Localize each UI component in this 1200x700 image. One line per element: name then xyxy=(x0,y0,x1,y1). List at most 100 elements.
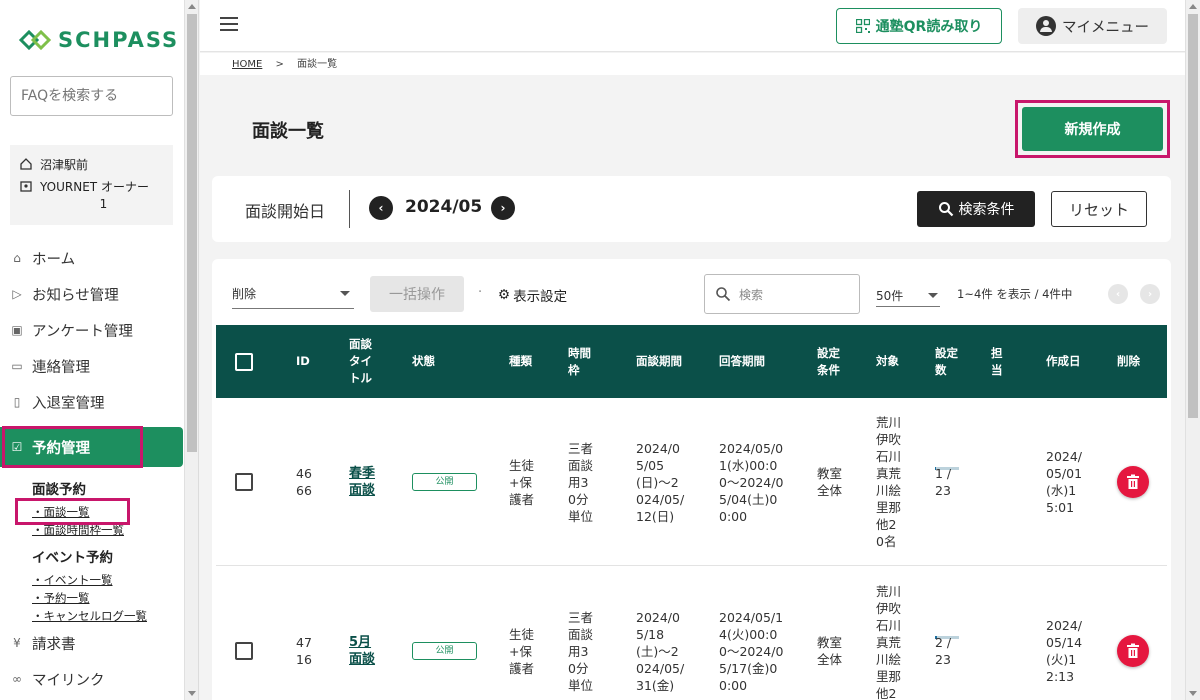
survey-icon: ▣ xyxy=(11,323,23,337)
row-answer: 2024/05/01(水)00:00〜2024/05/04(土)00:00 xyxy=(719,440,784,524)
faq-search-input[interactable] xyxy=(10,76,173,116)
table-header: ID 面談タイトル 状態 種類 時間枠 面談期間 回答期間 設定条件 対象 設定… xyxy=(216,325,1167,398)
row-period: 2024/05/05(日)〜2024/05/12(日) xyxy=(636,440,685,524)
nav-item-home[interactable]: ⌂ ホーム xyxy=(0,240,184,276)
breadcrumb: HOME > 面談一覧 xyxy=(200,53,1185,75)
row-slot: 三者面談用30分単位 xyxy=(568,440,594,524)
row-title-link[interactable]: 5月面談 xyxy=(349,634,377,668)
bulk-operation-button[interactable]: 一括操作 xyxy=(370,276,464,312)
main-scrollbar[interactable] xyxy=(1185,0,1200,700)
col-cond: 設定条件 xyxy=(817,345,840,377)
hamburger-menu-icon[interactable] xyxy=(220,17,238,31)
logo-text: SCHPASS xyxy=(58,28,180,52)
next-page-button[interactable]: › xyxy=(1140,284,1160,304)
account-icon xyxy=(1036,16,1056,36)
delete-button[interactable] xyxy=(1117,466,1149,498)
scrollbar-thumb[interactable] xyxy=(1188,14,1198,418)
search-icon xyxy=(716,287,731,302)
gear-icon: ⚙ xyxy=(498,287,511,303)
nav-item-attendance[interactable]: ▯ 入退室管理 xyxy=(0,384,184,420)
nav-item-contacts[interactable]: ▭ 連絡管理 xyxy=(0,348,184,384)
nav-item-mylinks[interactable]: ∞ マイリンク xyxy=(0,661,184,697)
row-cond: 教室全体 xyxy=(817,466,843,498)
id-card-icon xyxy=(20,181,32,192)
row-answer: 2024/05/14(火)00:00〜2024/05/17(金)00:00 xyxy=(719,609,784,693)
qr-code-icon xyxy=(855,19,870,33)
filter-divider xyxy=(349,190,350,228)
col-status: 状態 xyxy=(412,354,435,368)
bulk-action-select[interactable]: 削除 xyxy=(232,279,354,309)
link-icon: ∞ xyxy=(12,672,22,686)
sidebar: SCHPASS 沼津駅前 YOURNET オーナー 1 ⌂ホーム ▷お知らせ管理… xyxy=(0,0,184,700)
row-id: 4716 xyxy=(296,635,312,667)
scrollbar-thumb[interactable] xyxy=(187,14,197,452)
main-content: 通塾QR読み取り マイメニュー HOME > 面談一覧 面談一覧 新規作成 面談… xyxy=(200,0,1185,700)
row-count: 2 / 23 xyxy=(935,635,952,667)
play-icon: ▷ xyxy=(12,287,22,301)
reset-button[interactable]: リセット xyxy=(1051,191,1147,227)
new-create-button[interactable]: 新規作成 xyxy=(1022,107,1163,151)
row-id: 4666 xyxy=(296,466,312,498)
row-period: 2024/05/18(土)〜2024/05/31(金) xyxy=(636,609,685,693)
status-badge: 公開 xyxy=(412,642,477,660)
row-cond: 教室全体 xyxy=(817,635,843,667)
logo[interactable]: SCHPASS xyxy=(18,28,179,52)
row-checkbox[interactable] xyxy=(235,473,253,491)
row-kind: 生徒+保護者 xyxy=(509,457,535,507)
caret-down-icon xyxy=(340,291,350,296)
sub-link-event-list[interactable]: ・イベント一覧 xyxy=(0,571,184,589)
nav-item-surveys[interactable]: ▣ アンケート管理 xyxy=(0,312,184,348)
row-checkbox[interactable] xyxy=(235,642,253,660)
trash-icon xyxy=(1127,474,1139,489)
separator-dot: · xyxy=(478,285,483,300)
chat-icon: ▭ xyxy=(11,359,23,373)
list-search-input[interactable]: 検索 xyxy=(704,274,860,314)
nav-item-notices[interactable]: ▷ お知らせ管理 xyxy=(0,276,184,312)
user-name: YOURNET オーナー xyxy=(40,179,149,194)
home-icon xyxy=(20,158,32,170)
scroll-up-arrow[interactable] xyxy=(1189,4,1197,9)
highlight-interview-list xyxy=(15,498,130,525)
filter-label: 面談開始日 xyxy=(245,202,326,221)
col-slot: 時間枠 xyxy=(568,345,591,377)
prev-month-button[interactable]: ‹ xyxy=(369,196,393,220)
trash-icon xyxy=(1127,643,1139,658)
per-page-select[interactable]: 50件 xyxy=(876,283,940,307)
search-conditions-button[interactable]: 検索条件 xyxy=(917,191,1035,227)
row-slot: 三者面談用30分単位 xyxy=(568,609,594,693)
table-row: 4716 5月面談 公開 生徒+保護者 三者面談用30分単位 2024/05/1… xyxy=(216,567,1167,700)
col-count: 設定数 xyxy=(935,345,958,377)
user-suffix: 1 xyxy=(99,197,108,211)
caret-down-icon xyxy=(928,293,938,298)
prev-page-button[interactable]: ‹ xyxy=(1108,284,1128,304)
select-all-checkbox[interactable] xyxy=(235,352,253,371)
scroll-down-arrow[interactable] xyxy=(188,691,196,696)
breadcrumb-home-link[interactable]: HOME xyxy=(232,59,262,70)
table-row: 4666 春季面談 公開 生徒+保護者 三者面談用30分単位 2024/05/0… xyxy=(216,398,1167,566)
school-name: 沼津駅前 xyxy=(40,157,89,172)
month-value: 2024/05 xyxy=(405,197,483,217)
row-title-link[interactable]: 春季面談 xyxy=(349,465,377,499)
nav-item-invoices[interactable]: ¥ 請求書 xyxy=(0,625,184,661)
next-month-button[interactable]: › xyxy=(491,196,515,220)
scroll-up-arrow[interactable] xyxy=(188,4,196,9)
sidebar-nav: ⌂ ホーム ▷ お知らせ管理 ▣ アンケート管理 ▭ 連絡管理 ▯ 入退室管理 ☑ 予約管理… xyxy=(0,240,184,697)
row-target: 荒川伊吹石川真荒川絵里那他20名 xyxy=(876,415,902,549)
yen-icon: ¥ xyxy=(13,636,21,650)
col-answer: 回答期間 xyxy=(719,354,765,368)
top-bar: 通塾QR読み取り マイメニュー xyxy=(200,0,1185,52)
status-badge: 公開 xyxy=(412,473,477,491)
display-settings-button[interactable]: ⚙ 表示設定 xyxy=(498,285,567,305)
row-target: 荒川伊吹石川真荒川絵里那他20名 xyxy=(876,584,902,700)
scroll-down-arrow[interactable] xyxy=(1189,691,1197,696)
col-period: 面談期間 xyxy=(636,354,682,368)
qr-scan-button[interactable]: 通塾QR読み取り xyxy=(836,8,1002,44)
sub-link-reservation-list[interactable]: ・予約一覧 xyxy=(0,589,184,607)
my-menu-button[interactable]: マイメニュー xyxy=(1018,8,1167,44)
sub-link-cancel-log[interactable]: ・キャンセルログ一覧 xyxy=(0,607,184,625)
sidebar-scrollbar[interactable] xyxy=(184,0,199,700)
breadcrumb-current: 面談一覧 xyxy=(297,59,338,70)
delete-button[interactable] xyxy=(1117,635,1149,667)
home-icon: ⌂ xyxy=(13,251,21,265)
breadcrumb-separator: > xyxy=(275,59,284,70)
